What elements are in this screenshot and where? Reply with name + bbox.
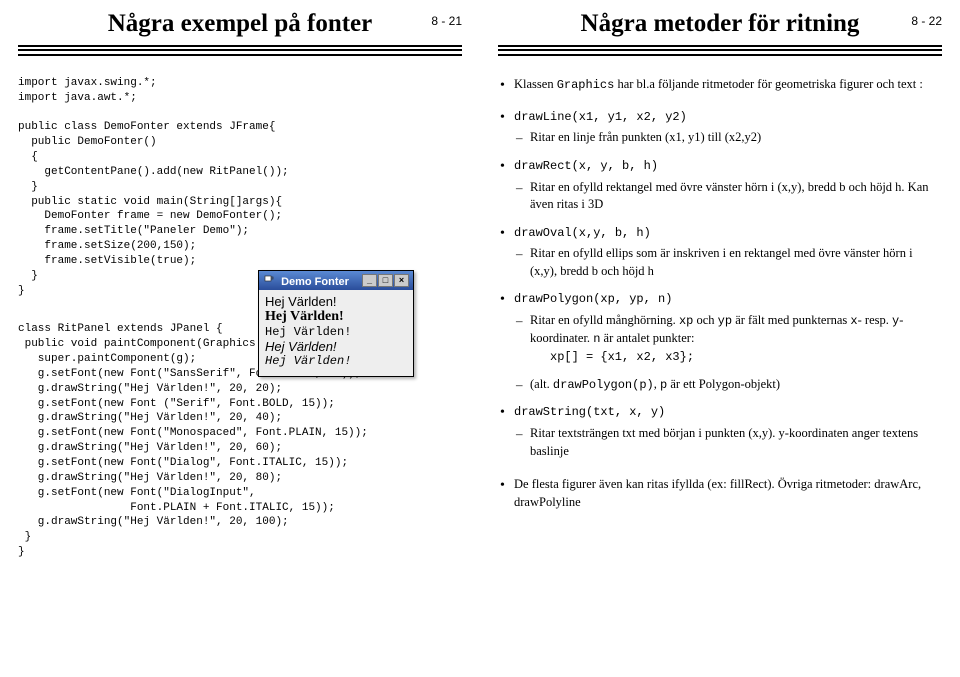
code-inline: drawString(txt, x, y) [514,405,665,419]
divider-stripes [18,45,462,56]
sub-drawpolygon-1: Ritar en ofylld månghörning. xp och yp ä… [498,312,942,365]
text: (alt. [530,377,553,391]
text: Ritar en ofylld månghörning. [530,313,679,327]
divider-stripes [498,45,942,56]
demo-title-text: Demo Fonter [281,276,349,288]
minimize-icon[interactable]: _ [362,274,377,287]
maximize-icon[interactable]: □ [378,274,393,287]
text: är fält med punkternas [732,313,850,327]
page-number-right: 8 - 22 [911,14,942,28]
title-right: Några metoder för ritning [581,10,860,39]
header-left: Några exempel på fonter 8 - 21 [18,10,462,45]
demo-line-5: Hej Världen! [265,354,407,368]
left-slide: Några exempel på fonter 8 - 21 import ja… [0,0,480,677]
code-inline: drawPolygon(xp, yp, n) [514,292,672,306]
header-right: Några metoder för ritning 8 - 22 [498,10,942,45]
sub-drawstring: Ritar textsträngen txt med början i punk… [498,425,942,460]
title-left: Några exempel på fonter [108,10,373,39]
sub-drawpolygon-2: (alt. drawPolygon(p), p är ett Polygon-o… [498,376,942,394]
window-controls: _ □ × [362,274,409,287]
bullet-footer: De flesta figurer även kan ritas ifyllda… [498,476,942,511]
bullet-intro: Klassen Graphics har bl.a följande ritme… [498,76,942,94]
text: Klassen [514,77,557,91]
demo-content: Hej Världen! Hej Världen! Hej Världen! H… [259,290,413,376]
demo-line-1: Hej Världen! [265,294,407,309]
demo-line-4: Hej Världen! [265,339,407,354]
demo-line-3: Hej Världen! [265,325,407,339]
code-inline: yp [718,314,732,328]
code-inline: drawRect(x, y, b, h) [514,159,658,173]
demo-window: Demo Fonter _ □ × Hej Världen! Hej Värld… [258,270,414,377]
bullet-drawoval: drawOval(x,y, b, h) [498,224,942,242]
bullet-drawpolygon: drawPolygon(xp, yp, n) [498,290,942,308]
demo-title: Demo Fonter [263,273,349,288]
code-inline: xp [679,314,693,328]
bullet-drawline: drawLine(x1, y1, x2, y2) [498,108,942,126]
bullet-drawstring: drawString(txt, x, y) [498,403,942,421]
content-right: Klassen Graphics har bl.a följande ritme… [498,76,942,511]
bullet-drawrect: drawRect(x, y, b, h) [498,157,942,175]
code-inline: xp[] = {x1, x2, x3}; [530,350,694,364]
close-icon[interactable]: × [394,274,409,287]
sub-drawline: Ritar en linje från punkten (x1, y1) til… [498,129,942,147]
code-inline: drawPolygon(p) [553,378,654,392]
text: är ett Polygon-objekt) [667,377,780,391]
page-number-left: 8 - 21 [431,14,462,28]
code-inline: Graphics [557,78,615,92]
text: är antalet punkter: [600,331,694,345]
text: - resp. [858,313,892,327]
right-slide: Några metoder för ritning 8 - 22 Klassen… [480,0,960,677]
text: och [693,313,717,327]
demo-titlebar: Demo Fonter _ □ × [259,271,413,290]
text: har bl.a följande ritmetoder för geometr… [614,77,923,91]
code-inline: x [850,314,857,328]
code-inline: drawOval(x,y, b, h) [514,226,651,240]
demo-line-2: Hej Världen! [265,309,407,325]
code-inline: drawLine(x1, y1, x2, y2) [514,110,687,124]
sub-drawoval: Ritar en ofylld ellips som är inskriven … [498,245,942,280]
sub-drawrect: Ritar en ofylld rektangel med övre vänst… [498,179,942,214]
java-icon [263,273,275,285]
code-top: import javax.swing.*; import java.awt.*;… [18,76,462,299]
